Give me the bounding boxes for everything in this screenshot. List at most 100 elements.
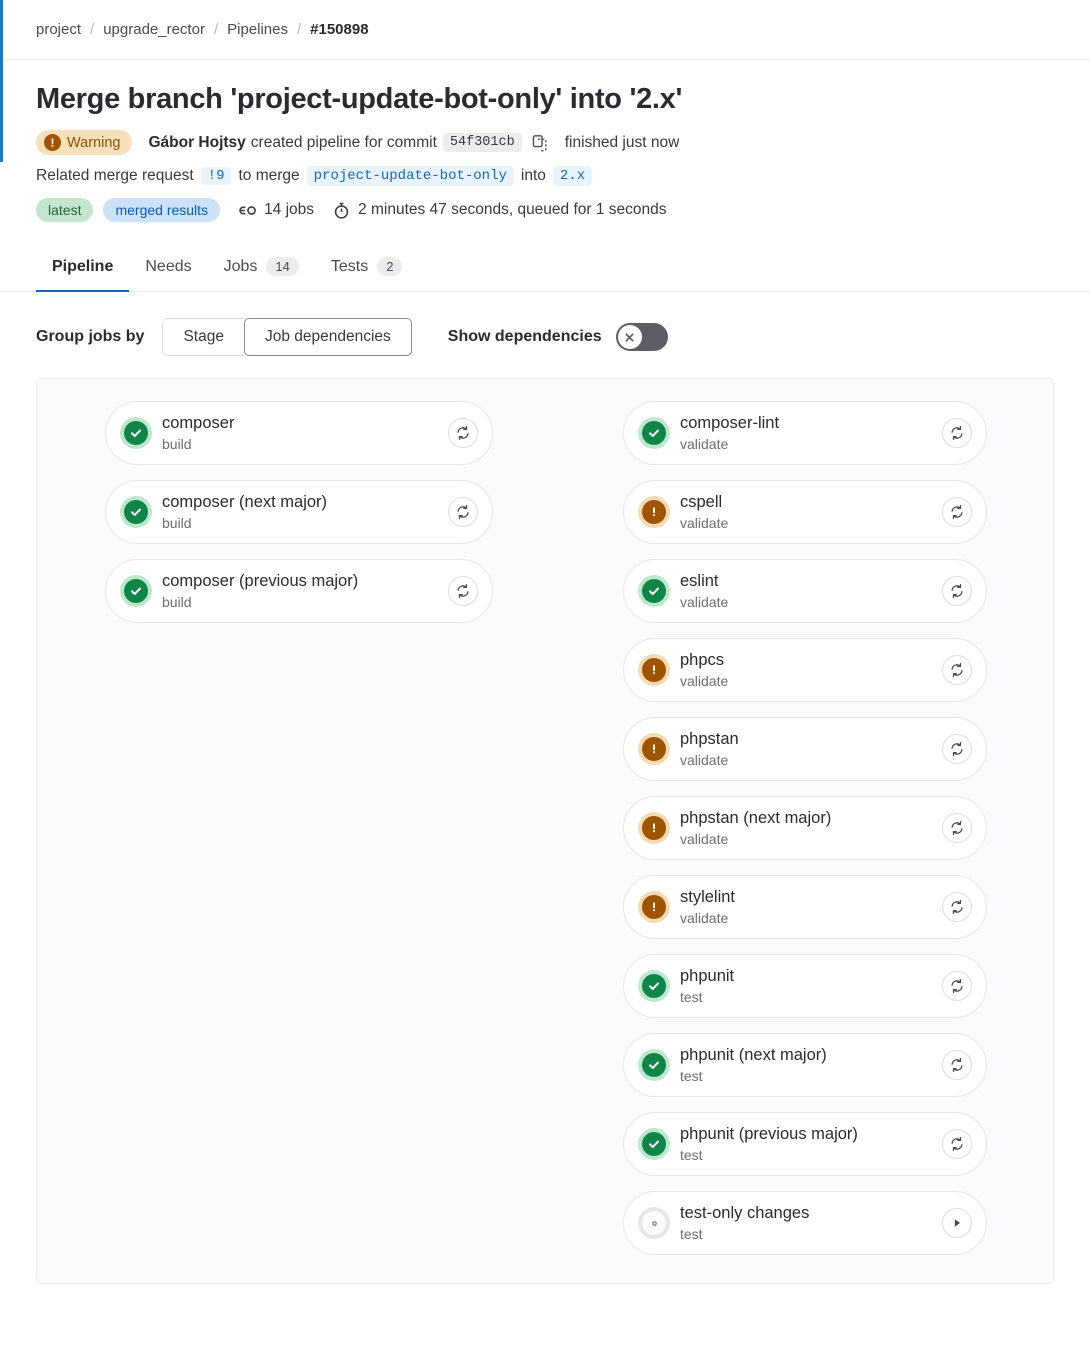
job-text: composer-lint validate — [680, 414, 942, 453]
retry-button[interactable] — [942, 971, 972, 1002]
page-title: Merge branch 'project-update-bot-only' i… — [36, 83, 683, 115]
tab-count-badge: 14 — [266, 257, 299, 277]
job-name: phpunit — [680, 966, 735, 985]
job-card[interactable]: phpunit (previous major) test — [623, 1112, 987, 1177]
retry-button[interactable] — [942, 892, 972, 923]
job-card[interactable]: phpcs validate — [623, 638, 987, 703]
job-stage: validate — [680, 830, 729, 847]
retry-button[interactable] — [942, 1129, 972, 1160]
job-card[interactable]: composer build — [105, 401, 493, 466]
job-card[interactable]: cspell validate — [623, 480, 987, 545]
job-name: stylelint — [680, 887, 736, 906]
into-text: into — [520, 167, 546, 185]
retry-button[interactable] — [942, 418, 972, 449]
breadcrumb-item-pipelines[interactable]: Pipelines — [227, 21, 288, 38]
status-badge-label: Warning — [67, 134, 121, 151]
retry-icon — [951, 505, 963, 520]
show-dependencies-toggle[interactable] — [615, 323, 668, 352]
job-name: composer-lint — [680, 413, 780, 432]
breadcrumb-separator: / — [296, 21, 302, 38]
job-card[interactable]: stylelint validate — [623, 875, 987, 940]
job-name: test-only changes — [680, 1203, 810, 1222]
job-stage: build — [162, 435, 192, 452]
merge-request-link[interactable]: !9 — [200, 167, 232, 186]
retry-button[interactable] — [448, 418, 478, 449]
tag-merged-results: merged results — [103, 198, 221, 223]
jobs-count: 14 jobs — [238, 201, 314, 220]
job-card[interactable]: composer-lint validate — [623, 401, 987, 466]
job-card[interactable]: phpstan (next major) validate — [623, 796, 987, 861]
show-dependencies-label: Show dependencies — [447, 328, 602, 346]
job-text: phpstan (next major) validate — [680, 809, 942, 848]
success-status-icon — [638, 575, 670, 608]
breadcrumb-separator: / — [90, 21, 95, 38]
job-card[interactable]: composer (next major) build — [105, 480, 493, 545]
pipeline-graph: composer build composer (next major) build c… — [36, 378, 1054, 1285]
job-name: composer — [162, 413, 235, 432]
job-name: cspell — [680, 492, 723, 511]
retry-button[interactable] — [942, 576, 972, 607]
job-stage: validate — [680, 751, 729, 768]
tab-label: Needs — [145, 258, 192, 276]
retry-button[interactable] — [942, 813, 972, 844]
tab-jobs[interactable]: Jobs 14 — [208, 247, 315, 292]
job-name: eslint — [680, 571, 719, 590]
retry-button[interactable] — [448, 497, 478, 528]
tab-label: Jobs — [223, 257, 258, 275]
success-status-icon — [120, 496, 152, 529]
pipeline-tags-row: latest merged results 14 jobs 2 minutes … — [36, 198, 1054, 223]
job-card[interactable]: eslint validate — [623, 559, 987, 624]
target-branch[interactable]: 2.x — [552, 166, 593, 187]
retry-icon — [457, 426, 469, 441]
pipeline-duration: 2 minutes 47 seconds, queued for 1 secon… — [332, 201, 667, 220]
retry-button[interactable] — [942, 655, 972, 686]
job-stage: test — [680, 1067, 703, 1084]
play-button[interactable] — [942, 1208, 972, 1239]
job-card[interactable]: phpstan validate — [623, 717, 987, 782]
copy-icon[interactable] — [531, 134, 549, 152]
manual-status-icon — [638, 1207, 670, 1240]
success-status-icon — [638, 417, 670, 450]
graph-controls: Group jobs by Stage Job dependencies Sho… — [0, 292, 1090, 378]
breadcrumb-item-project[interactable]: project — [36, 21, 81, 38]
job-name: composer (next major) — [162, 492, 328, 511]
jobs-count-label: 14 jobs — [264, 201, 315, 219]
job-name: composer (previous major) — [162, 571, 359, 590]
breadcrumb-item-upgrade-rector[interactable]: upgrade_rector — [103, 21, 205, 38]
pipeline-page: project / upgrade_rector / Pipelines / #150898… — [0, 0, 1090, 1356]
warning-status-icon — [638, 891, 670, 924]
tab-pipeline[interactable]: Pipeline — [36, 248, 130, 293]
close-icon — [625, 333, 634, 342]
warning-status-icon — [638, 812, 670, 845]
breadcrumb: project / upgrade_rector / Pipelines / #150898 — [0, 0, 1090, 60]
timer-icon — [334, 202, 349, 219]
tab-needs[interactable]: Needs — [129, 248, 207, 292]
job-name: phpstan (next major) — [680, 808, 832, 827]
retry-icon — [951, 663, 963, 678]
retry-button[interactable] — [942, 497, 972, 528]
tab-tests[interactable]: Tests 2 — [315, 247, 419, 292]
retry-button[interactable] — [942, 1050, 972, 1081]
segment-job-dependencies[interactable]: Job dependencies — [243, 318, 412, 357]
commit-sha[interactable]: 54f301cb — [442, 133, 522, 153]
job-card[interactable]: phpunit test — [623, 954, 987, 1019]
breadcrumb-separator: / — [213, 21, 219, 38]
retry-button[interactable] — [448, 576, 478, 607]
success-status-icon — [120, 575, 152, 608]
status-badge: ! Warning — [36, 130, 133, 156]
job-text: phpcs validate — [680, 651, 942, 690]
job-card[interactable]: test-only changes test — [623, 1191, 987, 1256]
segment-stage[interactable]: Stage — [162, 318, 244, 357]
source-branch[interactable]: project-update-bot-only — [306, 166, 514, 187]
pipeline-author[interactable]: Gábor Hojtsy — [148, 134, 245, 152]
retry-icon — [951, 821, 963, 836]
job-card[interactable]: composer (previous major) build — [105, 559, 493, 624]
finished-text: finished just now — [564, 133, 680, 151]
job-text: composer (next major) build — [162, 493, 448, 532]
job-stage: validate — [680, 672, 729, 689]
pipeline-tabs: Pipeline Needs Jobs 14 Tests 2 — [0, 233, 1090, 293]
job-card[interactable]: phpunit (next major) test — [623, 1033, 987, 1098]
tab-count-badge: 2 — [377, 257, 403, 277]
retry-button[interactable] — [942, 734, 972, 765]
group-jobs-by-segmented-control: Stage Job dependencies — [162, 318, 412, 357]
